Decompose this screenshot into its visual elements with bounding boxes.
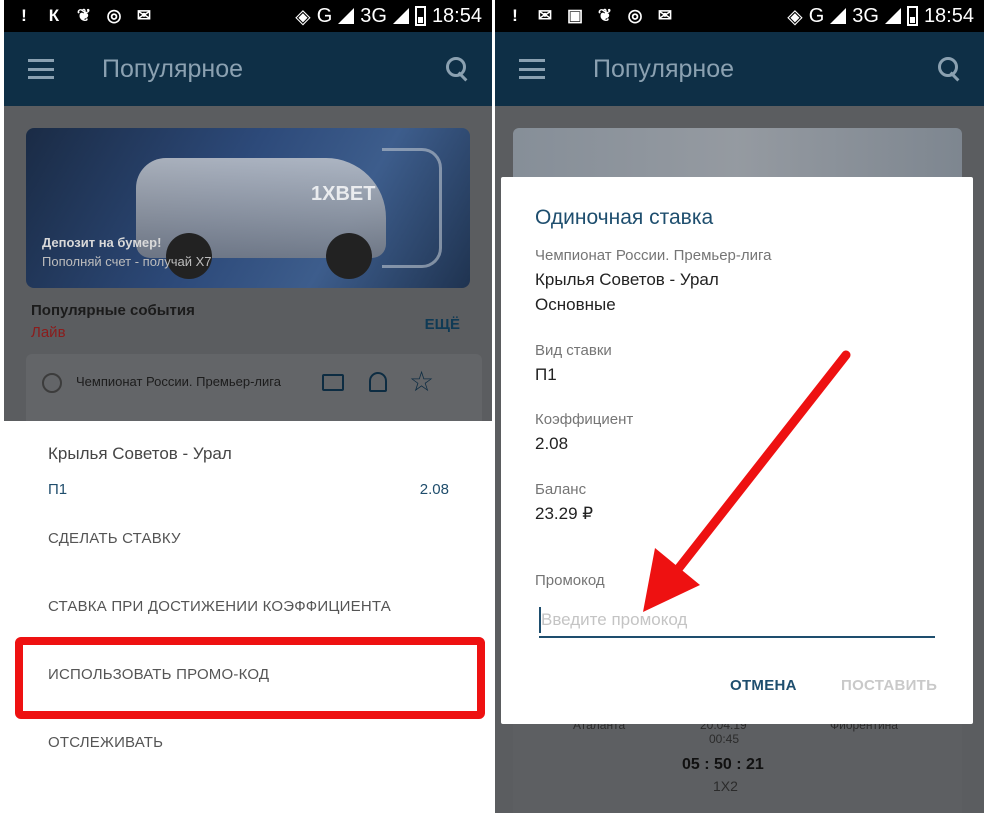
signal-icon	[338, 8, 355, 24]
clock: 18:54	[431, 4, 482, 27]
bet-options-sheet	[4, 421, 492, 772]
live-label: Лайв	[31, 324, 66, 341]
banner-subtitle: Пополняй счет - получай Х7	[42, 254, 212, 269]
banner-frame	[382, 148, 442, 268]
instagram-icon: ◎	[106, 6, 122, 25]
network-label: 3G	[360, 4, 387, 27]
bell-icon[interactable]	[369, 372, 387, 392]
sheet-odds: 2.08	[419, 481, 449, 498]
notification-icons: ! К ❦ ◎ ✉	[14, 6, 154, 26]
make-bet-option[interactable]: СДЕЛАТЬ СТАВКУ	[48, 530, 181, 547]
page-title: Популярное	[102, 54, 244, 83]
left-phone-screen: ! К ❦ ◎ ✉ ◈ G 3G 18:54 Популярное 1XBET …	[4, 0, 492, 772]
league-icon	[42, 373, 62, 393]
tv-icon[interactable]	[322, 374, 344, 391]
sheet-bet-type: П1	[48, 481, 68, 498]
wifi-icon: ◈	[295, 5, 311, 28]
track-option[interactable]: ОТСЛЕЖИВАТЬ	[48, 734, 163, 751]
alert-icon: !	[21, 6, 27, 25]
car-wheel	[326, 233, 372, 279]
promo-banner[interactable]: 1XBET Депозит на бумер! Пополняй счет - …	[26, 128, 470, 288]
mail-icon: ✉	[136, 6, 152, 25]
bet-on-odds-option[interactable]: СТАВКА ПРИ ДОСТИЖЕНИИ КОЭФФИЦИЕНТА	[48, 598, 391, 615]
app-bar: Популярное	[4, 32, 492, 106]
sheet-match-title: Крылья Советов - Урал	[48, 444, 232, 463]
more-link[interactable]: ЕЩЁ	[425, 316, 460, 333]
app-icon: ❦	[76, 6, 92, 25]
section-title: Популярные события	[31, 302, 195, 319]
star-icon[interactable]: ☆	[409, 368, 434, 396]
brand-logo: 1XBET	[311, 183, 376, 205]
red-arrow-annotation	[643, 350, 851, 612]
search-icon[interactable]	[446, 57, 470, 81]
banner-title: Депозит на бумер!	[42, 235, 162, 250]
signal-icon	[392, 8, 409, 24]
right-phone-screen: ! ✉ ▣ ❦ ◎ ✉ ◈ G 3G 18:54 Популярное Атал…	[495, 0, 984, 813]
highlight-frame	[15, 637, 485, 719]
battery-icon	[414, 6, 426, 26]
vk-icon: К	[48, 6, 60, 25]
event-league: Чемпионат России. Премьер-лига	[76, 374, 281, 389]
carrier-label: G	[316, 4, 333, 27]
status-bar: ! К ❦ ◎ ✉ ◈ G 3G 18:54	[4, 0, 492, 32]
menu-icon[interactable]	[28, 59, 54, 79]
